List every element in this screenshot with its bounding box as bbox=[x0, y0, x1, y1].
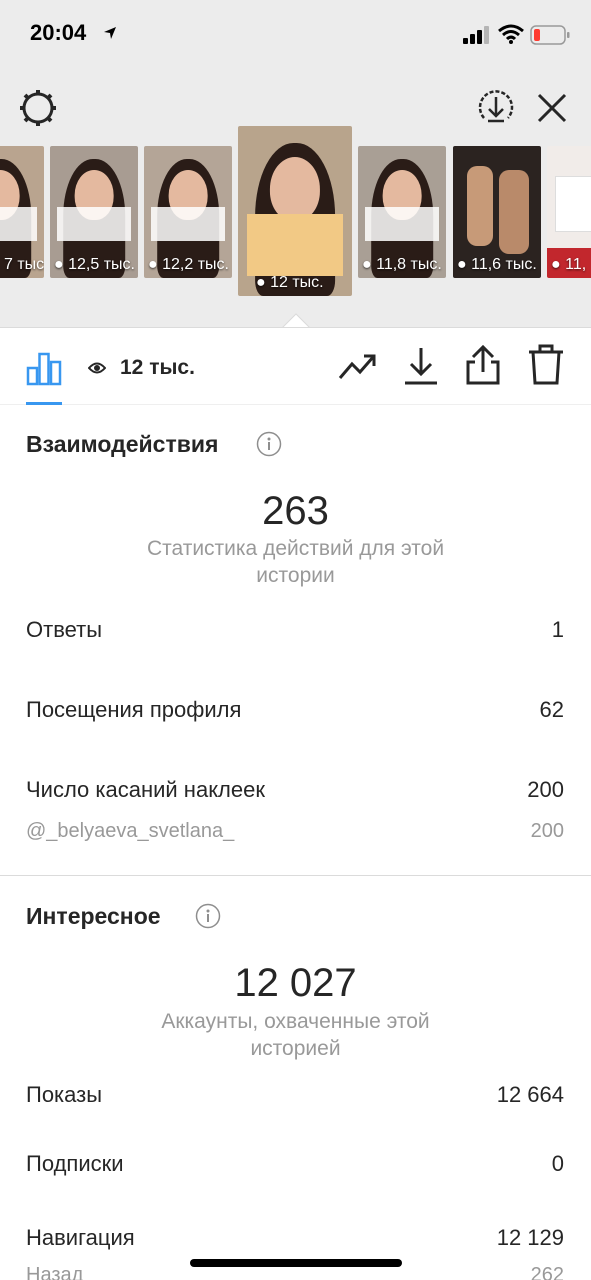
download-icon[interactable] bbox=[403, 346, 439, 386]
trend-icon[interactable] bbox=[338, 350, 378, 384]
story-thumbnail[interactable]: ● 11,6 тыс. bbox=[453, 146, 541, 278]
navigation-back-value: 262 bbox=[530, 1264, 564, 1280]
story-views: ● 11,8 тыс. bbox=[362, 256, 442, 273]
story-thumbnail-current[interactable]: ● 12 тыс. bbox=[238, 126, 352, 296]
bar-chart-icon[interactable] bbox=[26, 350, 62, 386]
share-icon[interactable] bbox=[465, 344, 501, 386]
story-strip: 7 тыс. ● 12,5 тыс. ● 12,2 тыс. ● 12 тыс.… bbox=[0, 126, 591, 304]
navigation-back-label: Назад bbox=[26, 1264, 84, 1280]
story-thumbnail[interactable]: ● 11,8 тыс. bbox=[358, 146, 446, 278]
metric-label-replies: Ответы bbox=[26, 617, 103, 642]
battery-icon bbox=[530, 25, 570, 45]
wifi-icon bbox=[498, 24, 524, 44]
metric-value-navigation: 12 129 bbox=[496, 1225, 564, 1250]
story-views: ● 12,5 тыс. bbox=[54, 256, 135, 273]
story-views: ● 11,6 тыс. bbox=[457, 256, 537, 273]
metric-label-navigation: Навигация bbox=[26, 1225, 135, 1250]
close-icon[interactable] bbox=[536, 92, 568, 124]
info-icon[interactable] bbox=[195, 903, 221, 929]
story-thumbnail[interactable]: ● 11, bbox=[547, 146, 591, 278]
reach-total: 12 027 bbox=[234, 961, 357, 1005]
home-indicator[interactable] bbox=[190, 1259, 402, 1267]
eye-icon bbox=[88, 362, 106, 374]
location-arrow-icon bbox=[104, 27, 116, 39]
insights-toolbar: 12 тыс. bbox=[0, 327, 591, 405]
story-views: ● 11, bbox=[551, 256, 587, 273]
story-views: 7 тыс. bbox=[4, 256, 44, 273]
info-icon[interactable] bbox=[256, 431, 282, 457]
metric-value-replies: 1 bbox=[551, 617, 564, 642]
reach-caption: Аккаунты, охваченные этой историей bbox=[161, 1010, 430, 1060]
status-bar: 20:04 bbox=[0, 0, 591, 72]
download-circle-icon[interactable] bbox=[476, 88, 516, 128]
story-thumbnail[interactable]: 7 тыс. bbox=[0, 146, 44, 278]
story-thumbnail[interactable]: ● 12,5 тыс. bbox=[50, 146, 138, 278]
story-thumbnail[interactable]: ● 12,2 тыс. bbox=[144, 146, 232, 278]
interactions-caption: Статистика действий для этой истории bbox=[146, 537, 445, 587]
sticker-mention-value: 200 bbox=[530, 820, 564, 842]
metric-value-sticker-taps: 200 bbox=[527, 777, 564, 802]
story-views: ● 12 тыс. bbox=[256, 274, 324, 291]
metric-value-impressions: 12 664 bbox=[496, 1082, 564, 1107]
metric-value-follows: 0 bbox=[551, 1151, 564, 1176]
metric-label-profile-visits: Посещения профиля bbox=[26, 697, 242, 722]
interactions-total: 263 bbox=[262, 489, 329, 533]
status-time: 20:04 bbox=[30, 20, 87, 45]
settings-icon[interactable] bbox=[18, 88, 58, 128]
sticker-mention-label[interactable]: @_belyaeva_svetlana_ bbox=[26, 820, 234, 843]
section-title: Интересное bbox=[26, 903, 161, 929]
metric-label-impressions: Показы bbox=[26, 1082, 103, 1107]
story-views: ● 12,2 тыс. bbox=[148, 256, 229, 273]
views-count: 12 тыс. bbox=[120, 356, 195, 379]
selected-story-pointer bbox=[282, 313, 310, 328]
trash-icon[interactable] bbox=[528, 344, 564, 386]
metric-label-follows: Подписки bbox=[26, 1151, 124, 1176]
metric-value-profile-visits: 62 bbox=[539, 697, 564, 722]
active-tab-indicator bbox=[26, 402, 62, 405]
metric-label-sticker-taps: Число касаний наклеек bbox=[26, 777, 265, 802]
section-title: Взаимодействия bbox=[26, 431, 219, 457]
signal-icon bbox=[463, 26, 489, 44]
section-divider bbox=[0, 875, 591, 876]
